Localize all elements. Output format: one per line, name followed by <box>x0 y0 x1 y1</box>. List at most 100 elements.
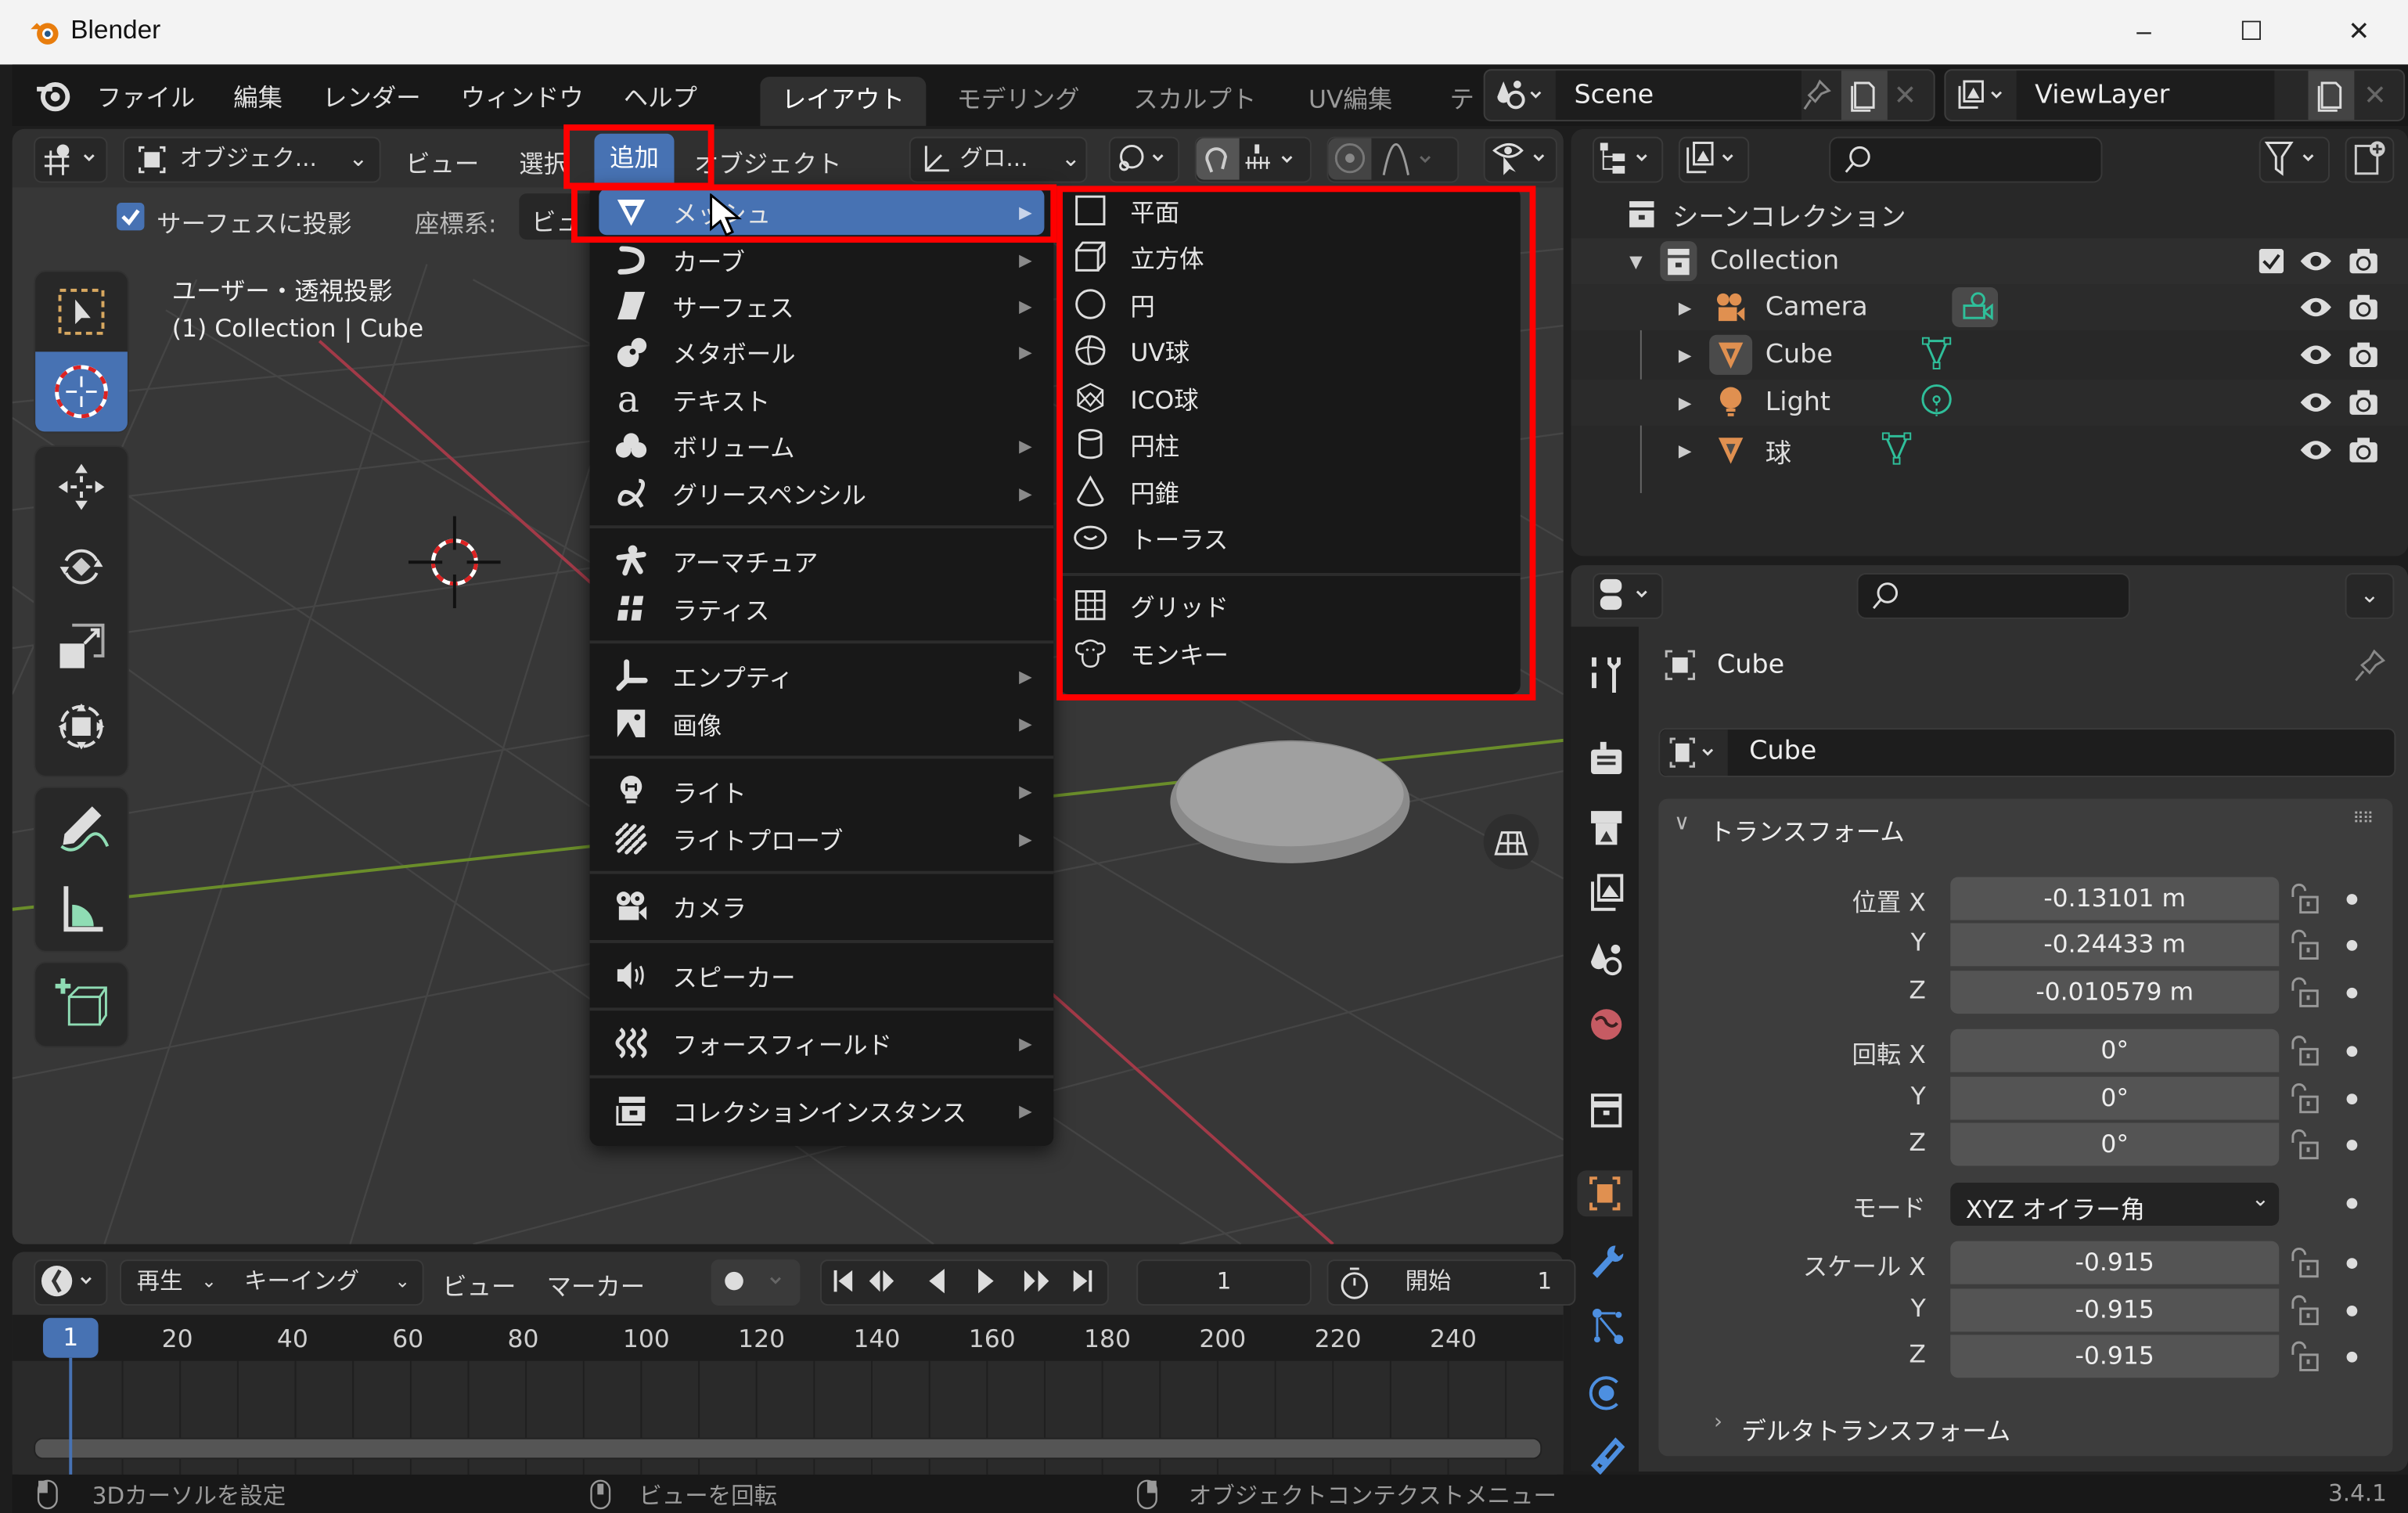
menu-playback[interactable]: 再生 <box>137 1261 183 1302</box>
expand-arrow-icon[interactable]: ▶ <box>1679 392 1692 412</box>
mesh-menu-item[interactable]: 円錐 <box>1072 469 1502 515</box>
expand-arrow-icon[interactable]: ▶ <box>1679 345 1692 366</box>
lock-icon[interactable] <box>2288 928 2322 961</box>
add-cube-tool[interactable] <box>35 963 128 1043</box>
object-name[interactable]: Camera <box>1766 292 1868 322</box>
light-data-icon[interactable] <box>1918 383 1955 420</box>
add-menu-item[interactable]: サーフェス ▶ <box>599 283 1044 329</box>
drag-handle-icon[interactable]: ⠿⠿ <box>2352 811 2374 828</box>
timeline-scrollbar[interactable] <box>34 1437 1542 1460</box>
pivot-point-button[interactable] <box>1108 136 1180 183</box>
menu-window[interactable]: ウィンドウ <box>461 77 584 113</box>
panel-collapse-icon[interactable]: ∨ <box>1674 811 1690 835</box>
keyframe-dot[interactable] <box>2346 1306 2358 1317</box>
menu-timeline-view[interactable]: ビュー <box>442 1266 516 1302</box>
keyframe-dot[interactable] <box>2346 1351 2358 1363</box>
transform-orientation-selector[interactable]: グロ... ⌄ <box>909 136 1088 183</box>
add-menu-item[interactable]: スピーカー <box>599 953 1044 999</box>
scale-z-field[interactable]: -0.915 <box>1950 1335 2280 1378</box>
mesh-menu-item[interactable]: ICO球 <box>1072 375 1502 421</box>
add-menu-item[interactable]: メッシュ▶ <box>599 189 1045 236</box>
keyframe-dot[interactable] <box>2346 1046 2358 1057</box>
properties-editor-type-button[interactable] <box>1593 572 1664 619</box>
add-menu-item[interactable]: a テキスト <box>599 376 1044 423</box>
lock-icon[interactable] <box>2288 975 2322 1009</box>
tool-tab-icon[interactable] <box>1583 651 1629 697</box>
mesh-menu-item[interactable]: 平面 <box>1072 187 1502 233</box>
playhead-frame-label[interactable]: 1 <box>42 1317 99 1358</box>
render-camera-icon[interactable] <box>2349 341 2379 369</box>
viewport-gizmo-button[interactable] <box>1483 136 1557 183</box>
snapping-button[interactable] <box>1194 136 1312 183</box>
menu-select[interactable]: 選択 <box>519 143 568 180</box>
add-menu-item[interactable]: グリースペンシル ▶ <box>599 470 1044 516</box>
expand-arrow-icon[interactable]: ▼ <box>1629 251 1643 272</box>
scene-name[interactable]: Scene <box>1574 80 1654 110</box>
visibility-eye-icon[interactable] <box>2299 390 2333 414</box>
menu-render[interactable]: レンダー <box>322 77 421 113</box>
view-layer-tab-icon[interactable] <box>1583 870 1629 916</box>
keyframe-dot[interactable] <box>2346 894 2358 905</box>
add-menu-item[interactable]: 画像 ▶ <box>599 701 1044 747</box>
tab-sculpt[interactable]: スカルプト <box>1112 77 1278 126</box>
select-box-tool[interactable] <box>35 272 128 351</box>
lock-icon[interactable] <box>2288 1246 2322 1280</box>
object-name[interactable]: Light <box>1766 387 1830 418</box>
outliner-editor-type-button[interactable] <box>1593 136 1664 183</box>
blender-menu-icon[interactable] <box>34 78 70 112</box>
outliner-row-scene-collection[interactable]: シーンコレクション <box>1571 190 2408 236</box>
menu-object[interactable]: オブジェクト <box>694 143 841 180</box>
scale-y-field[interactable]: -0.915 <box>1950 1288 2280 1332</box>
tab-uv-editing[interactable]: UV編集 <box>1287 77 1413 126</box>
keyframe-dot[interactable] <box>2346 1140 2358 1151</box>
mesh-menu-item[interactable]: 円 <box>1072 281 1502 327</box>
frame-start-field[interactable]: 開始 1 <box>1326 1259 1576 1306</box>
particles-tab-icon[interactable] <box>1583 1302 1629 1349</box>
lock-icon[interactable] <box>2288 1339 2322 1373</box>
rotate-tool[interactable] <box>35 527 128 607</box>
lock-icon[interactable] <box>2288 1034 2322 1068</box>
add-menu-item[interactable]: ライト ▶ <box>599 768 1044 814</box>
menu-file[interactable]: ファイル <box>97 77 196 113</box>
tab-layout[interactable]: レイアウト <box>760 77 927 126</box>
keyframe-dot[interactable] <box>2346 987 2358 999</box>
3d-cursor-icon[interactable] <box>408 516 501 609</box>
outliner-search-input[interactable] <box>1829 136 2103 183</box>
outliner-row-object[interactable]: ▶ 球 <box>1571 427 2408 474</box>
annotate-tool[interactable] <box>35 788 128 868</box>
output-tab-icon[interactable] <box>1583 805 1629 851</box>
render-camera-icon[interactable] <box>2349 294 2379 321</box>
view-layer-selector[interactable]: ViewLayer ✕ <box>1944 69 2406 122</box>
location-z-field[interactable]: -0.010579 m <box>1950 971 2280 1014</box>
properties-search-input[interactable] <box>1856 572 2130 619</box>
location-x-field[interactable]: -0.13101 m <box>1950 877 2280 920</box>
menu-keying[interactable]: キーイング <box>244 1261 359 1302</box>
scene-tab-icon[interactable] <box>1583 934 1629 980</box>
expand-arrow-icon[interactable]: ▶ <box>1679 440 1692 460</box>
add-menu-item[interactable]: カメラ <box>599 883 1044 929</box>
object-name[interactable]: Cube <box>1766 340 1833 370</box>
timeline-editor-type-button[interactable] <box>34 1259 108 1306</box>
pin-icon[interactable] <box>2352 648 2386 685</box>
transform-panel-title[interactable]: トランスフォーム <box>1709 811 1905 848</box>
snap-surface-checkbox[interactable] <box>117 203 145 231</box>
add-menu-item[interactable]: メタボール ▶ <box>599 329 1044 375</box>
menu-view[interactable]: ビュー <box>405 143 479 180</box>
menu-edit[interactable]: 編集 <box>233 77 283 113</box>
proportional-icon[interactable] <box>1328 138 1372 180</box>
outliner-row-object[interactable]: ▶ Light <box>1571 379 2408 426</box>
mesh-menu-item[interactable]: 円柱 <box>1072 421 1502 467</box>
proportional-editing-button[interactable] <box>1326 136 1460 183</box>
mesh-menu-item[interactable]: 立方体 <box>1072 233 1502 279</box>
render-camera-icon[interactable] <box>2349 388 2379 416</box>
playhead-line[interactable] <box>69 1357 73 1475</box>
tab-modeling[interactable]: モデリング <box>935 77 1101 126</box>
move-tool[interactable] <box>35 447 128 527</box>
physics-tab-icon[interactable] <box>1583 1370 1629 1416</box>
object-name-field[interactable]: Cube <box>1658 728 2396 777</box>
snap-magnet-icon[interactable] <box>1196 138 1240 180</box>
properties-options-button[interactable]: ⌄ <box>2345 572 2395 619</box>
scale-tool[interactable] <box>35 607 128 686</box>
delete-view-layer-icon[interactable]: ✕ <box>2363 80 2387 112</box>
new-scene-icon[interactable] <box>1841 70 1888 121</box>
